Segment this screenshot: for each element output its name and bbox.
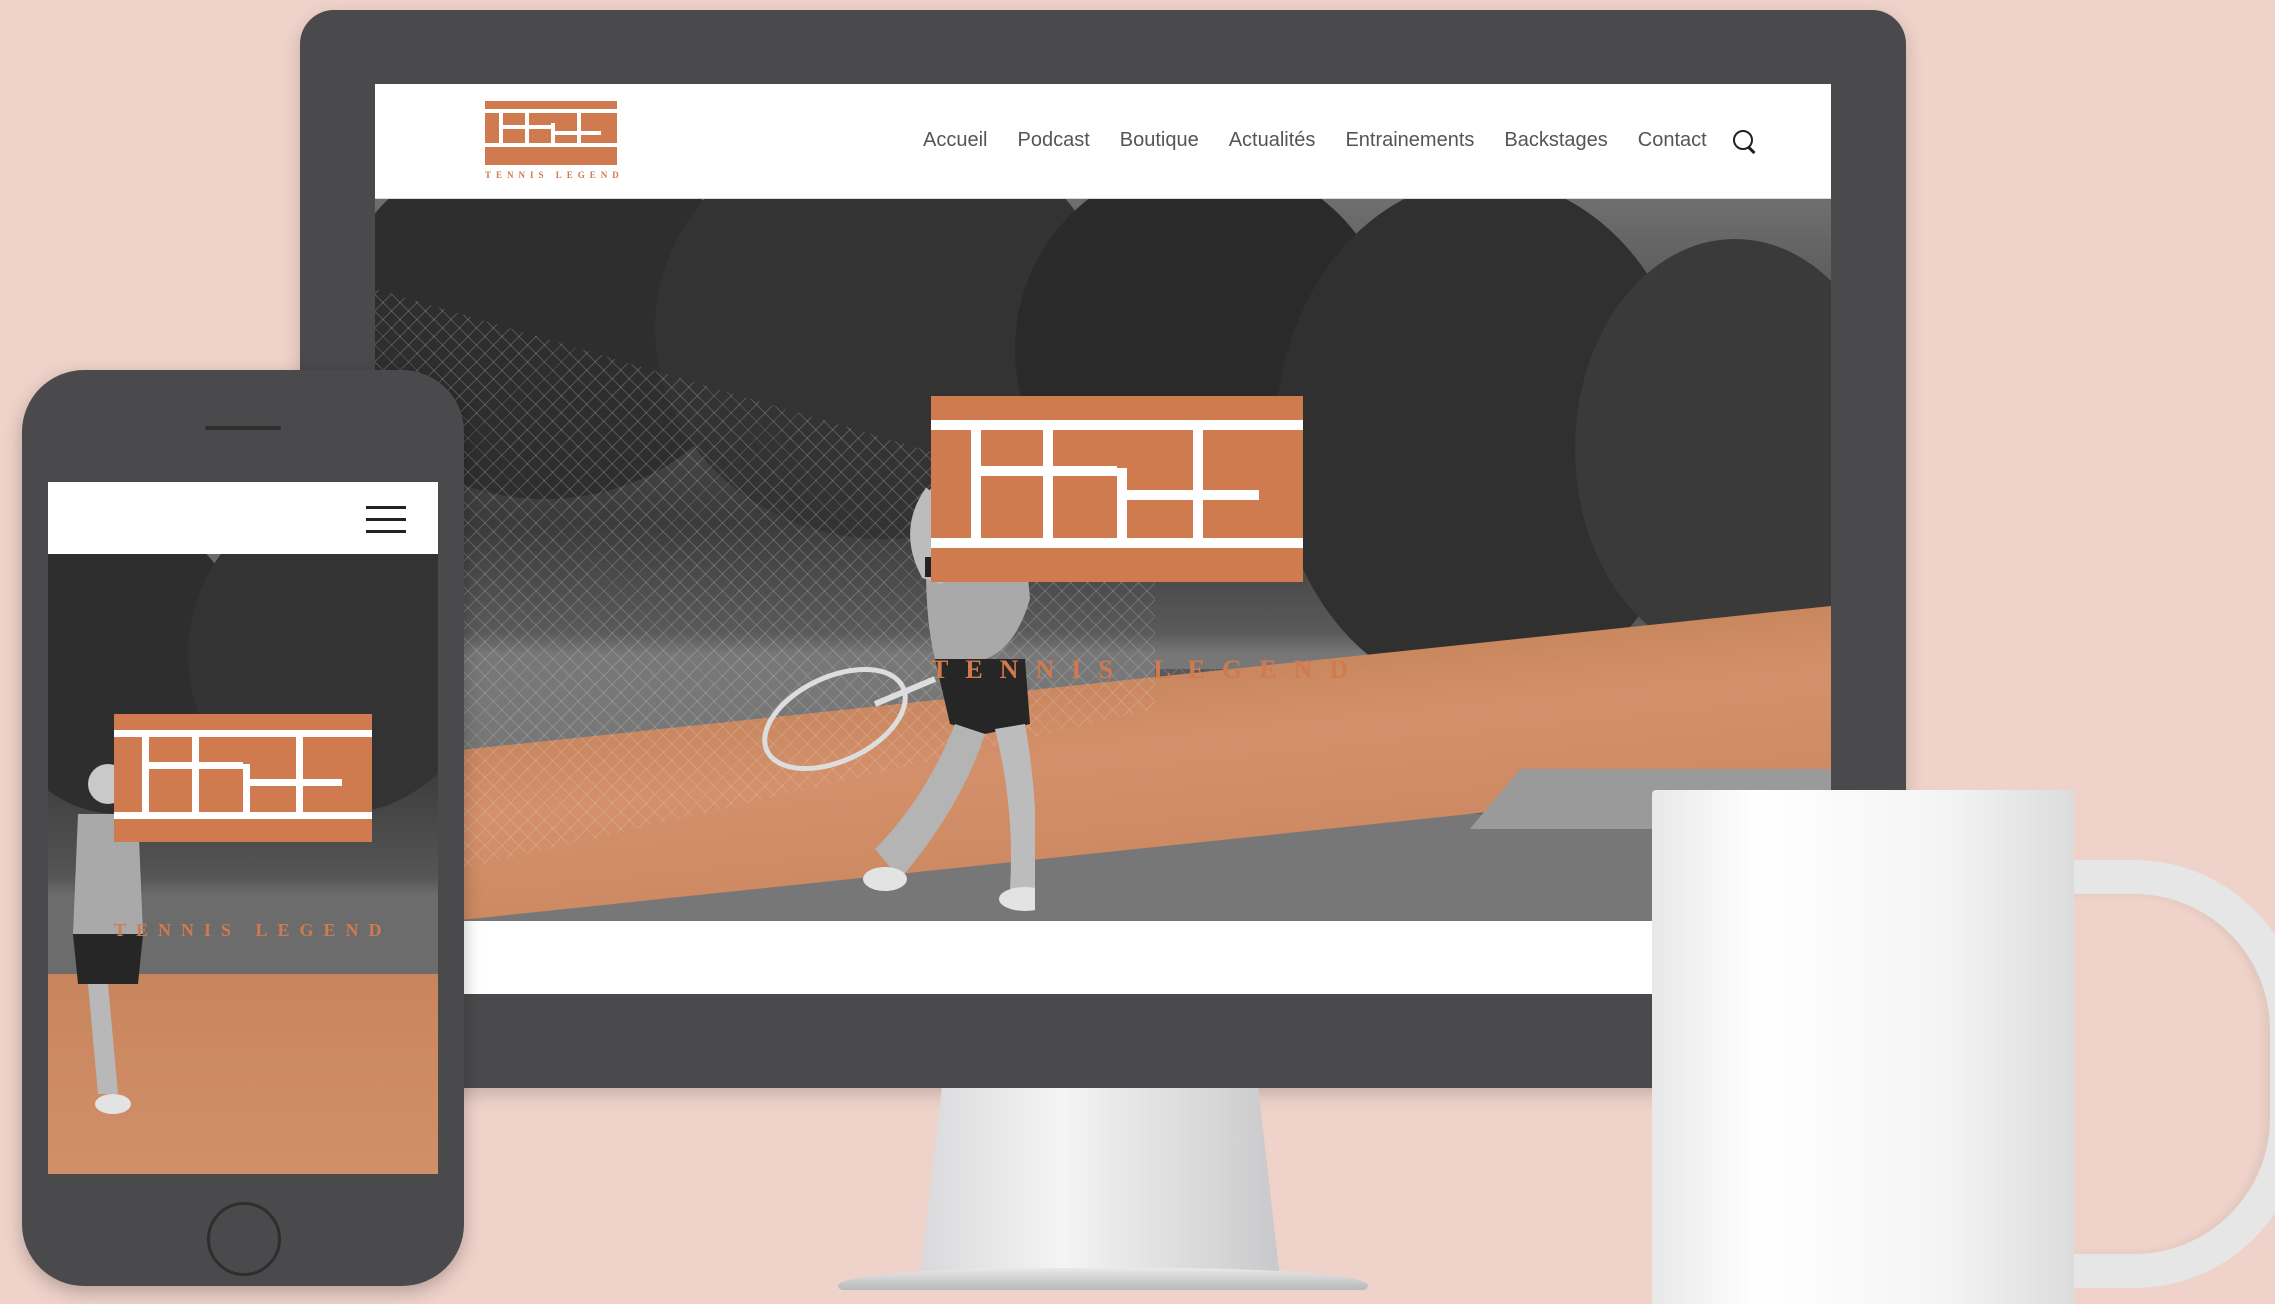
desktop-screen: TENNIS LEGEND Accueil Podcast Boutique A… [375, 84, 1831, 994]
mobile-screen: TENNIS LEGEND [48, 482, 438, 1174]
nav-item-accueil[interactable]: Accueil [923, 129, 987, 152]
nav-item-entrainements[interactable]: Entrainements [1345, 129, 1474, 152]
mobile-brand-text: TENNIS LEGEND [114, 920, 392, 940]
mobile-header [48, 482, 438, 554]
monitor-stand-neck [920, 1088, 1280, 1278]
nav-item-actualites[interactable]: Actualités [1229, 129, 1316, 152]
nav-item-boutique[interactable]: Boutique [1120, 129, 1199, 152]
hero-brand-text: TENNIS LEGEND [931, 655, 1366, 684]
mobile-hero-logo [114, 714, 372, 842]
search-icon[interactable] [1733, 130, 1753, 150]
main-nav: Accueil Podcast Boutique Actualités Entr… [923, 120, 1723, 160]
site-logo[interactable] [485, 101, 617, 165]
phone-speaker [205, 426, 281, 430]
nav-item-podcast[interactable]: Podcast [1017, 129, 1089, 152]
nav-item-backstages[interactable]: Backstages [1504, 129, 1607, 152]
nav-item-contact[interactable]: Contact [1638, 129, 1707, 152]
site-header: TENNIS LEGEND Accueil Podcast Boutique A… [375, 84, 1831, 199]
site-logo-text: TENNIS LEGEND [485, 170, 624, 180]
hero-logo [931, 396, 1303, 582]
monitor-stand-base [838, 1268, 1368, 1290]
hamburger-icon[interactable] [366, 506, 406, 534]
hero-image: TENNIS LEGEND [375, 199, 1831, 921]
mug [1652, 790, 2074, 1304]
phone-home-button[interactable] [207, 1202, 281, 1276]
mobile-hero-image: TENNIS LEGEND [48, 554, 438, 1174]
